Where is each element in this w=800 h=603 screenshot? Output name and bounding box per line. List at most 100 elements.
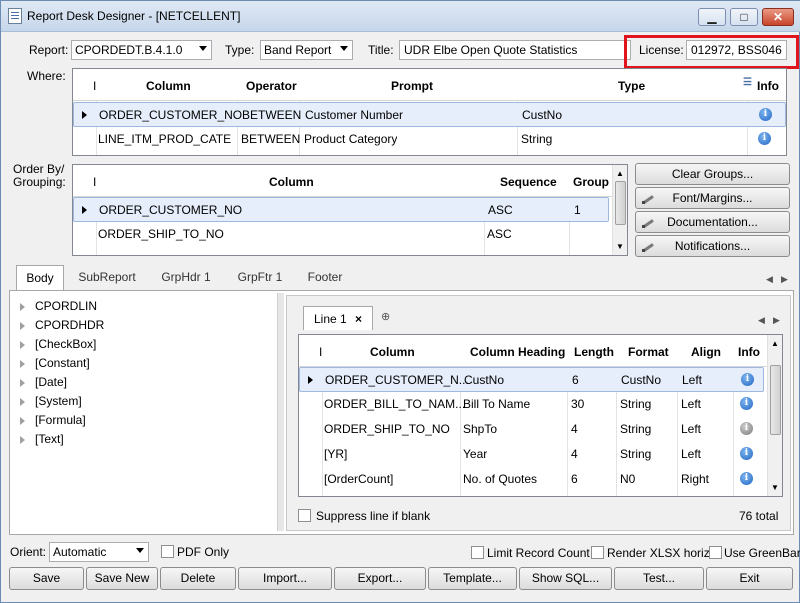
notifications-label: Notifications... <box>674 239 751 253</box>
tab-footer[interactable]: Footer <box>299 265 351 291</box>
info-icon[interactable]: i <box>740 397 753 410</box>
cell-column: ORDER_BILL_TO_NAM... <box>324 397 466 411</box>
report-combo[interactable]: CPORDEDT.B.4.1.0 <box>71 40 212 60</box>
line-tab-right-icon[interactable]: ▶ <box>773 315 780 326</box>
column-chooser-icon[interactable]: ☰ <box>743 77 752 88</box>
tree-item[interactable]: [Constant] <box>20 356 90 375</box>
info-icon[interactable]: i <box>741 373 754 386</box>
cell-format: CustNo <box>621 373 662 387</box>
type-combo[interactable]: Band Report <box>260 40 353 60</box>
table-row[interactable]: LINE_ITM_PROD_CATE BETWEEN Product Categ… <box>73 127 786 152</box>
info-icon[interactable]: i <box>758 132 771 145</box>
tree-item-label: CPORDHDR <box>35 318 105 332</box>
cell-length: 6 <box>572 373 579 387</box>
cell-column: [OrderCount] <box>324 472 394 486</box>
orient-combo[interactable]: Automatic <box>49 542 149 562</box>
table-row[interactable]: [YR] Year 4 String Left i <box>299 442 764 467</box>
exit-button[interactable]: Exit <box>706 567 793 590</box>
cell-heading: CustNo <box>464 373 505 387</box>
tab-subreport[interactable]: SubReport <box>71 265 143 291</box>
expand-arrow-icon[interactable] <box>20 359 25 368</box>
save-button[interactable]: Save <box>9 567 84 590</box>
tree-item-label: [Text] <box>35 432 64 446</box>
tab-scroll-right-icon[interactable]: ▶ <box>781 274 788 285</box>
add-tab-icon[interactable]: ⊕ <box>381 310 390 323</box>
tree-item[interactable]: [System] <box>20 394 82 413</box>
tree-item[interactable]: CPORDHDR <box>20 318 104 337</box>
scroll-down-icon[interactable]: ▼ <box>616 242 624 251</box>
scroll-up-icon[interactable]: ▲ <box>771 339 779 348</box>
font-margins-button[interactable]: Font/Margins... <box>635 187 790 209</box>
suppress-line-checkbox[interactable] <box>298 509 311 522</box>
report-value: CPORDEDT.B.4.1.0 <box>75 43 183 57</box>
expand-arrow-icon[interactable] <box>20 378 25 387</box>
expand-arrow-icon[interactable] <box>20 397 25 406</box>
minimize-button[interactable]: ▁ <box>698 8 726 26</box>
expand-arrow-icon[interactable] <box>20 302 25 311</box>
close-tab-icon[interactable]: × <box>355 307 362 331</box>
expand-arrow-icon[interactable] <box>20 340 25 349</box>
tree-item[interactable]: [Date] <box>20 375 67 394</box>
save-new-button[interactable]: Save New <box>86 567 158 590</box>
table-row[interactable]: ORDER_CUSTOMER_N... CustNo 6 CustNo Left… <box>299 367 764 392</box>
render-xlsx-label: Render XLSX horiz. <box>607 546 714 560</box>
window-title: Report Desk Designer - [NETCELLENT] <box>27 9 241 23</box>
header-cursor-icon: I <box>93 79 97 93</box>
tab-grpftr-1[interactable]: GrpFtr 1 <box>227 265 293 291</box>
title-field[interactable]: UDR Elbe Open Quote Statistics <box>399 40 631 60</box>
table-row[interactable]: [OrderCount] No. of Quotes 6 N0 Right i <box>299 467 764 492</box>
maximize-button[interactable]: □ <box>730 8 758 26</box>
row-pointer-icon <box>82 206 87 214</box>
table-row[interactable]: ORDER_SHIP_TO_NO ASC <box>73 222 609 247</box>
import-button[interactable]: Import... <box>238 567 332 590</box>
tab-line-1[interactable]: Line 1 × <box>303 306 373 330</box>
table-row[interactable]: ORDER_CUSTOMER_NO BETWEEN Customer Numbe… <box>73 102 786 127</box>
scroll-thumb[interactable] <box>615 181 626 225</box>
clear-groups-button[interactable]: Clear Groups... <box>635 163 790 185</box>
tab-grphdr-1[interactable]: GrpHdr 1 <box>151 265 221 291</box>
table-row[interactable]: ORDER_CUSTOMER_NO ASC 1 <box>73 197 609 222</box>
use-greenbar-checkbox[interactable] <box>709 546 722 559</box>
scroll-up-icon[interactable]: ▲ <box>616 169 624 178</box>
scroll-thumb[interactable] <box>770 365 781 435</box>
table-row[interactable]: ORDER_BILL_TO_NAM... Bill To Name 30 Str… <box>299 392 764 417</box>
line-grid-scrollbar[interactable]: ▲ ▼ <box>767 335 782 496</box>
tree-item[interactable]: [CheckBox] <box>20 337 96 356</box>
info-icon[interactable]: i <box>759 108 772 121</box>
template-button[interactable]: Template... <box>428 567 517 590</box>
tree-item[interactable]: [Formula] <box>20 413 86 432</box>
info-icon[interactable]: i <box>740 447 753 460</box>
cell-length: 4 <box>571 422 578 436</box>
expand-arrow-icon[interactable] <box>20 435 25 444</box>
pdf-only-checkbox[interactable] <box>161 545 174 558</box>
expand-arrow-icon[interactable] <box>20 321 25 330</box>
cell-format: String <box>620 447 652 461</box>
info-icon[interactable]: i <box>740 472 753 485</box>
export-button[interactable]: Export... <box>334 567 426 590</box>
delete-button[interactable]: Delete <box>160 567 236 590</box>
line-tab-left-icon[interactable]: ◀ <box>758 315 765 326</box>
info-icon[interactable]: i <box>740 422 753 435</box>
table-row[interactable]: ORDER_SHIP_TO_NO ShpTo 4 String Left i <box>299 417 764 442</box>
render-xlsx-checkbox[interactable] <box>591 546 604 559</box>
show-sql-button[interactable]: Show SQL... <box>519 567 612 590</box>
cell-column: LINE_ITM_PROD_CATE <box>98 132 232 146</box>
scroll-down-icon[interactable]: ▼ <box>771 483 779 492</box>
tab-body[interactable]: Body <box>16 265 64 291</box>
notifications-button[interactable]: Notifications... <box>635 235 790 257</box>
tree-item[interactable]: [Text] <box>20 432 64 451</box>
tab-scroll-left-icon[interactable]: ◀ <box>766 274 773 285</box>
close-button[interactable]: ✕ <box>762 8 794 26</box>
documentation-button[interactable]: Documentation... <box>635 211 790 233</box>
tree-item[interactable]: CPORDLIN <box>20 299 97 318</box>
panel-splitter[interactable] <box>278 293 284 531</box>
test-button[interactable]: Test... <box>614 567 704 590</box>
pencil-icon <box>642 193 654 205</box>
license-highlight-box <box>624 35 799 69</box>
cell-column: ORDER_CUSTOMER_N... <box>325 373 469 387</box>
limit-record-count-checkbox[interactable] <box>471 546 484 559</box>
expand-arrow-icon[interactable] <box>20 416 25 425</box>
order-grid-scrollbar[interactable]: ▲ ▼ <box>612 165 627 255</box>
line-col-length: Length <box>574 345 614 359</box>
line-editor: Line 1 × ⊕ ◀ ▶ I Column Column Heading L… <box>286 295 791 531</box>
